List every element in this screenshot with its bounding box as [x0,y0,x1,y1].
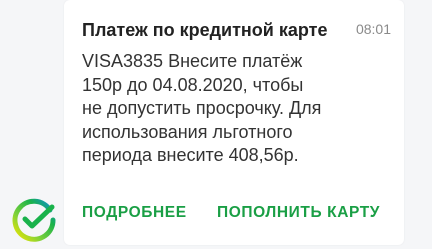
notification-time: 08:01 [355,21,391,37]
notification-message: VISA3835 Внесите платёж 150р до 04.08.20… [82,51,322,165]
top-up-card-button[interactable]: ПОПОЛНИТЬ КАРТУ [217,204,380,222]
app-logo-icon [10,196,58,244]
notification-card[interactable]: Платеж по кредитной карте 08:01 VISA3835… [64,0,404,245]
notification-title: Платеж по кредитной карте [82,20,328,40]
more-button[interactable]: ПОДРОБНЕЕ [82,204,187,222]
